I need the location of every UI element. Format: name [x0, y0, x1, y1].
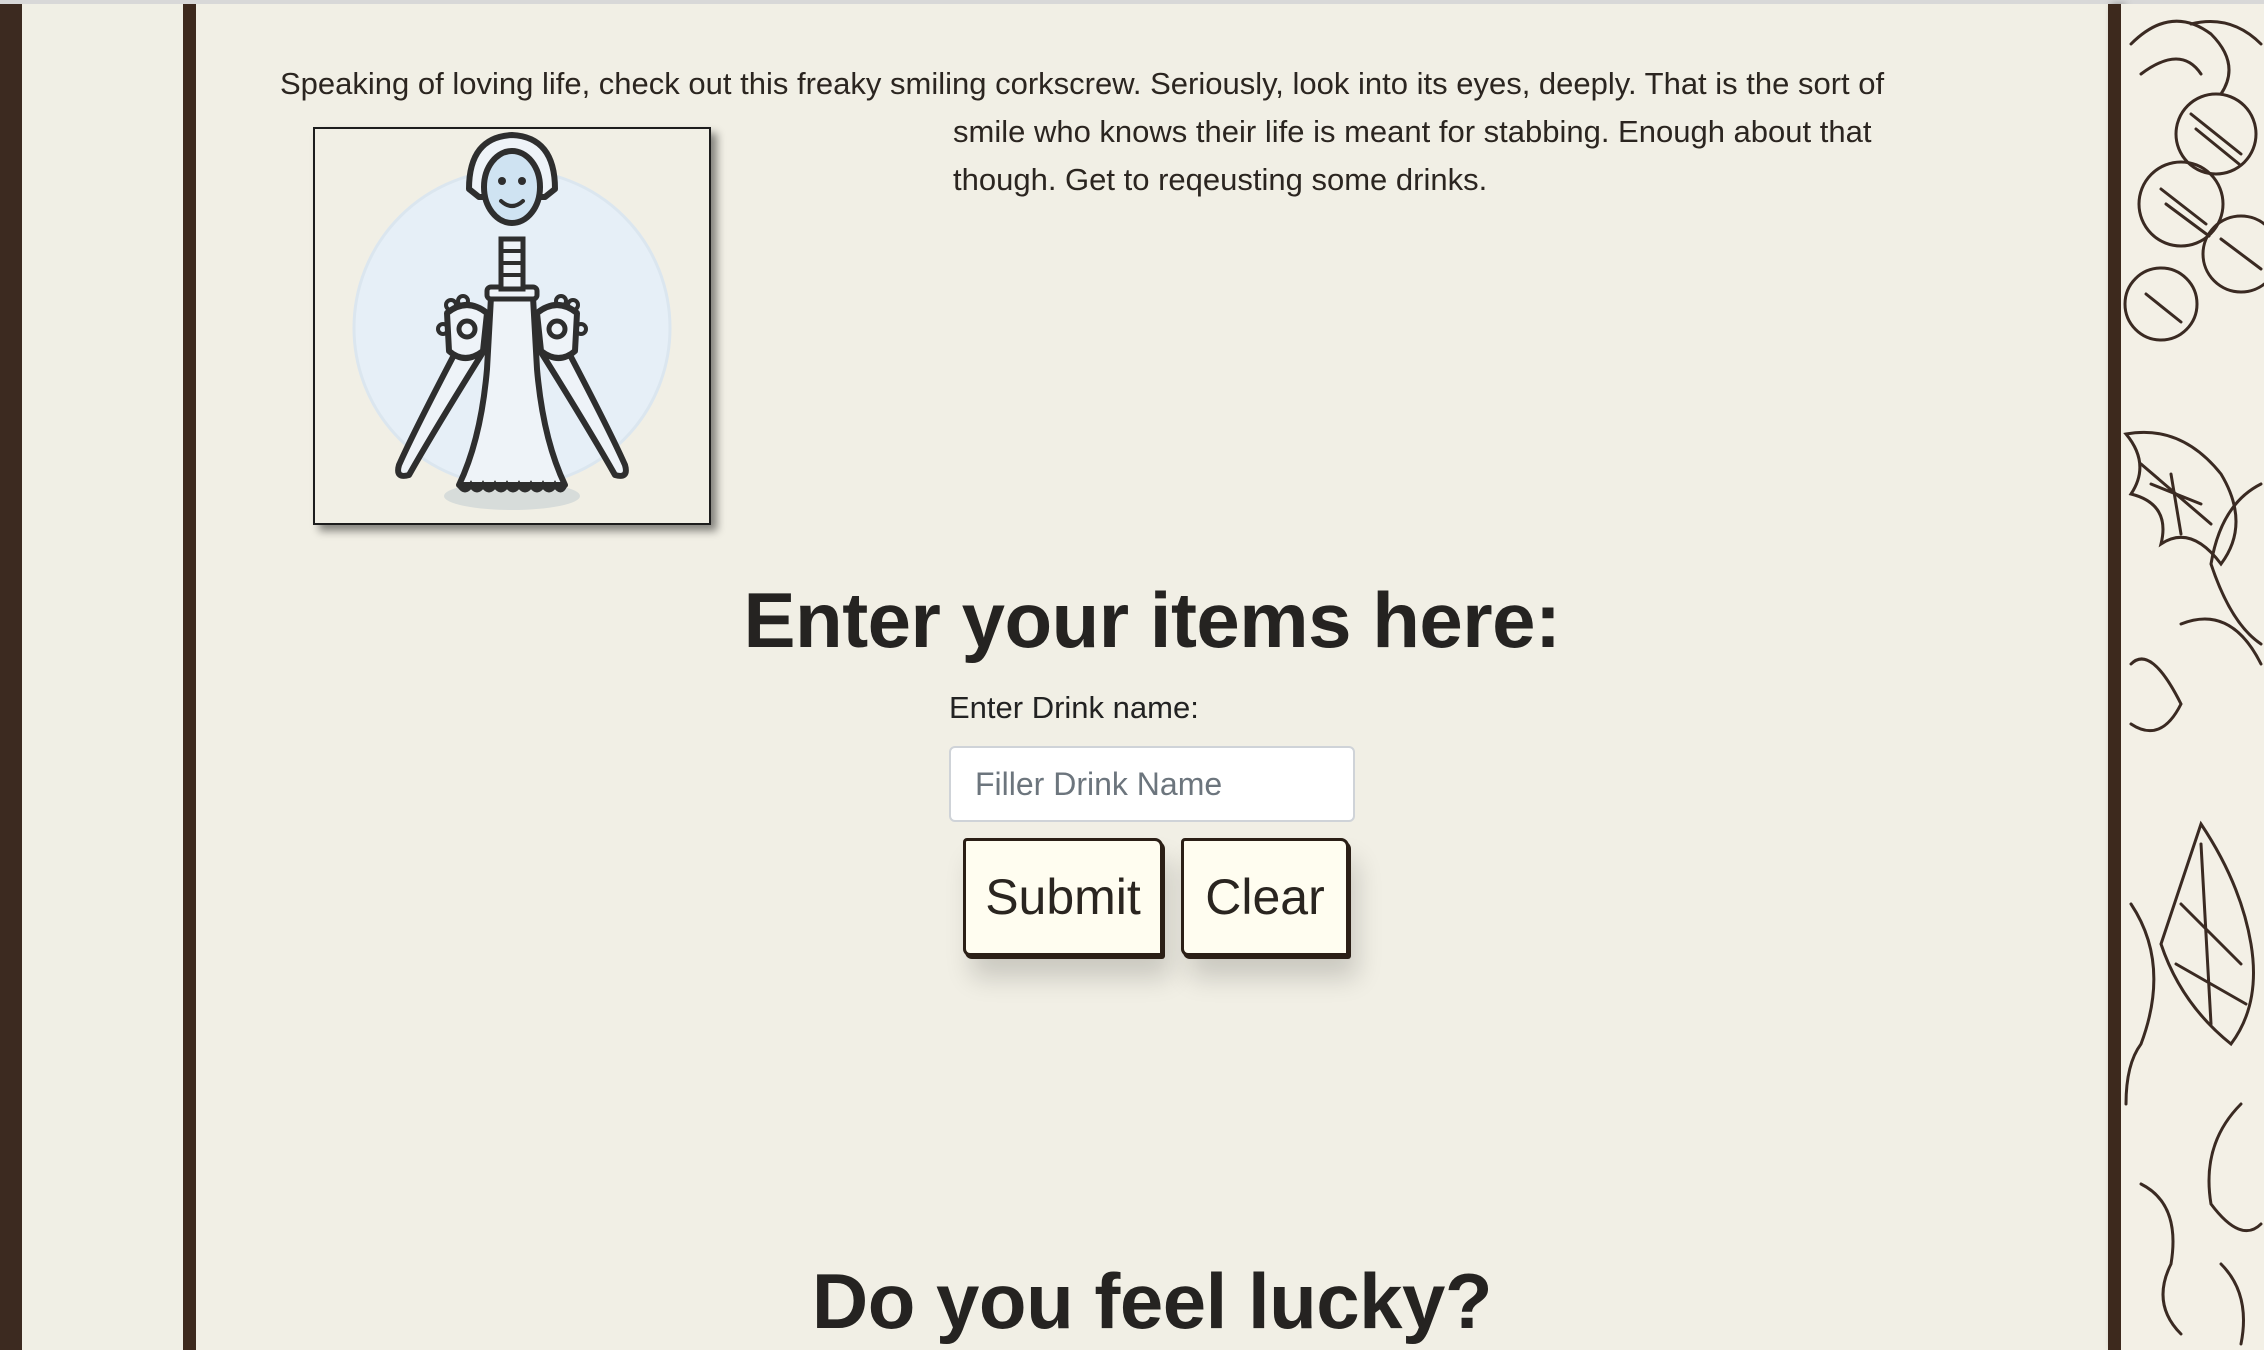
- page: Speaking of loving life, check out this …: [0, 0, 2264, 1350]
- clear-button[interactable]: Clear: [1181, 838, 1349, 956]
- corkscrew-image: [313, 127, 711, 525]
- grapevine-sketch-icon: [2123, 19, 2264, 1346]
- lucky-heading: Do you feel lucky?: [811, 1257, 1493, 1345]
- submit-button[interactable]: Submit: [963, 838, 1163, 956]
- intro-line-1: Speaking of loving life, check out this …: [280, 66, 1885, 101]
- intro-line-rest: smile who knows their life is meant for …: [953, 114, 1872, 197]
- form-heading: Enter your items here:: [743, 576, 1561, 664]
- left-dark-edge: [0, 4, 22, 1350]
- drink-name-input[interactable]: [949, 746, 1355, 822]
- drink-name-label: Enter Drink name:: [949, 690, 1199, 725]
- right-content-border: [2108, 4, 2121, 1350]
- left-content-border: [183, 4, 196, 1350]
- left-gutter: [22, 4, 183, 1350]
- grapevine-pattern-icon: [2121, 4, 2264, 1350]
- corkscrew-illustration-icon: [352, 132, 672, 510]
